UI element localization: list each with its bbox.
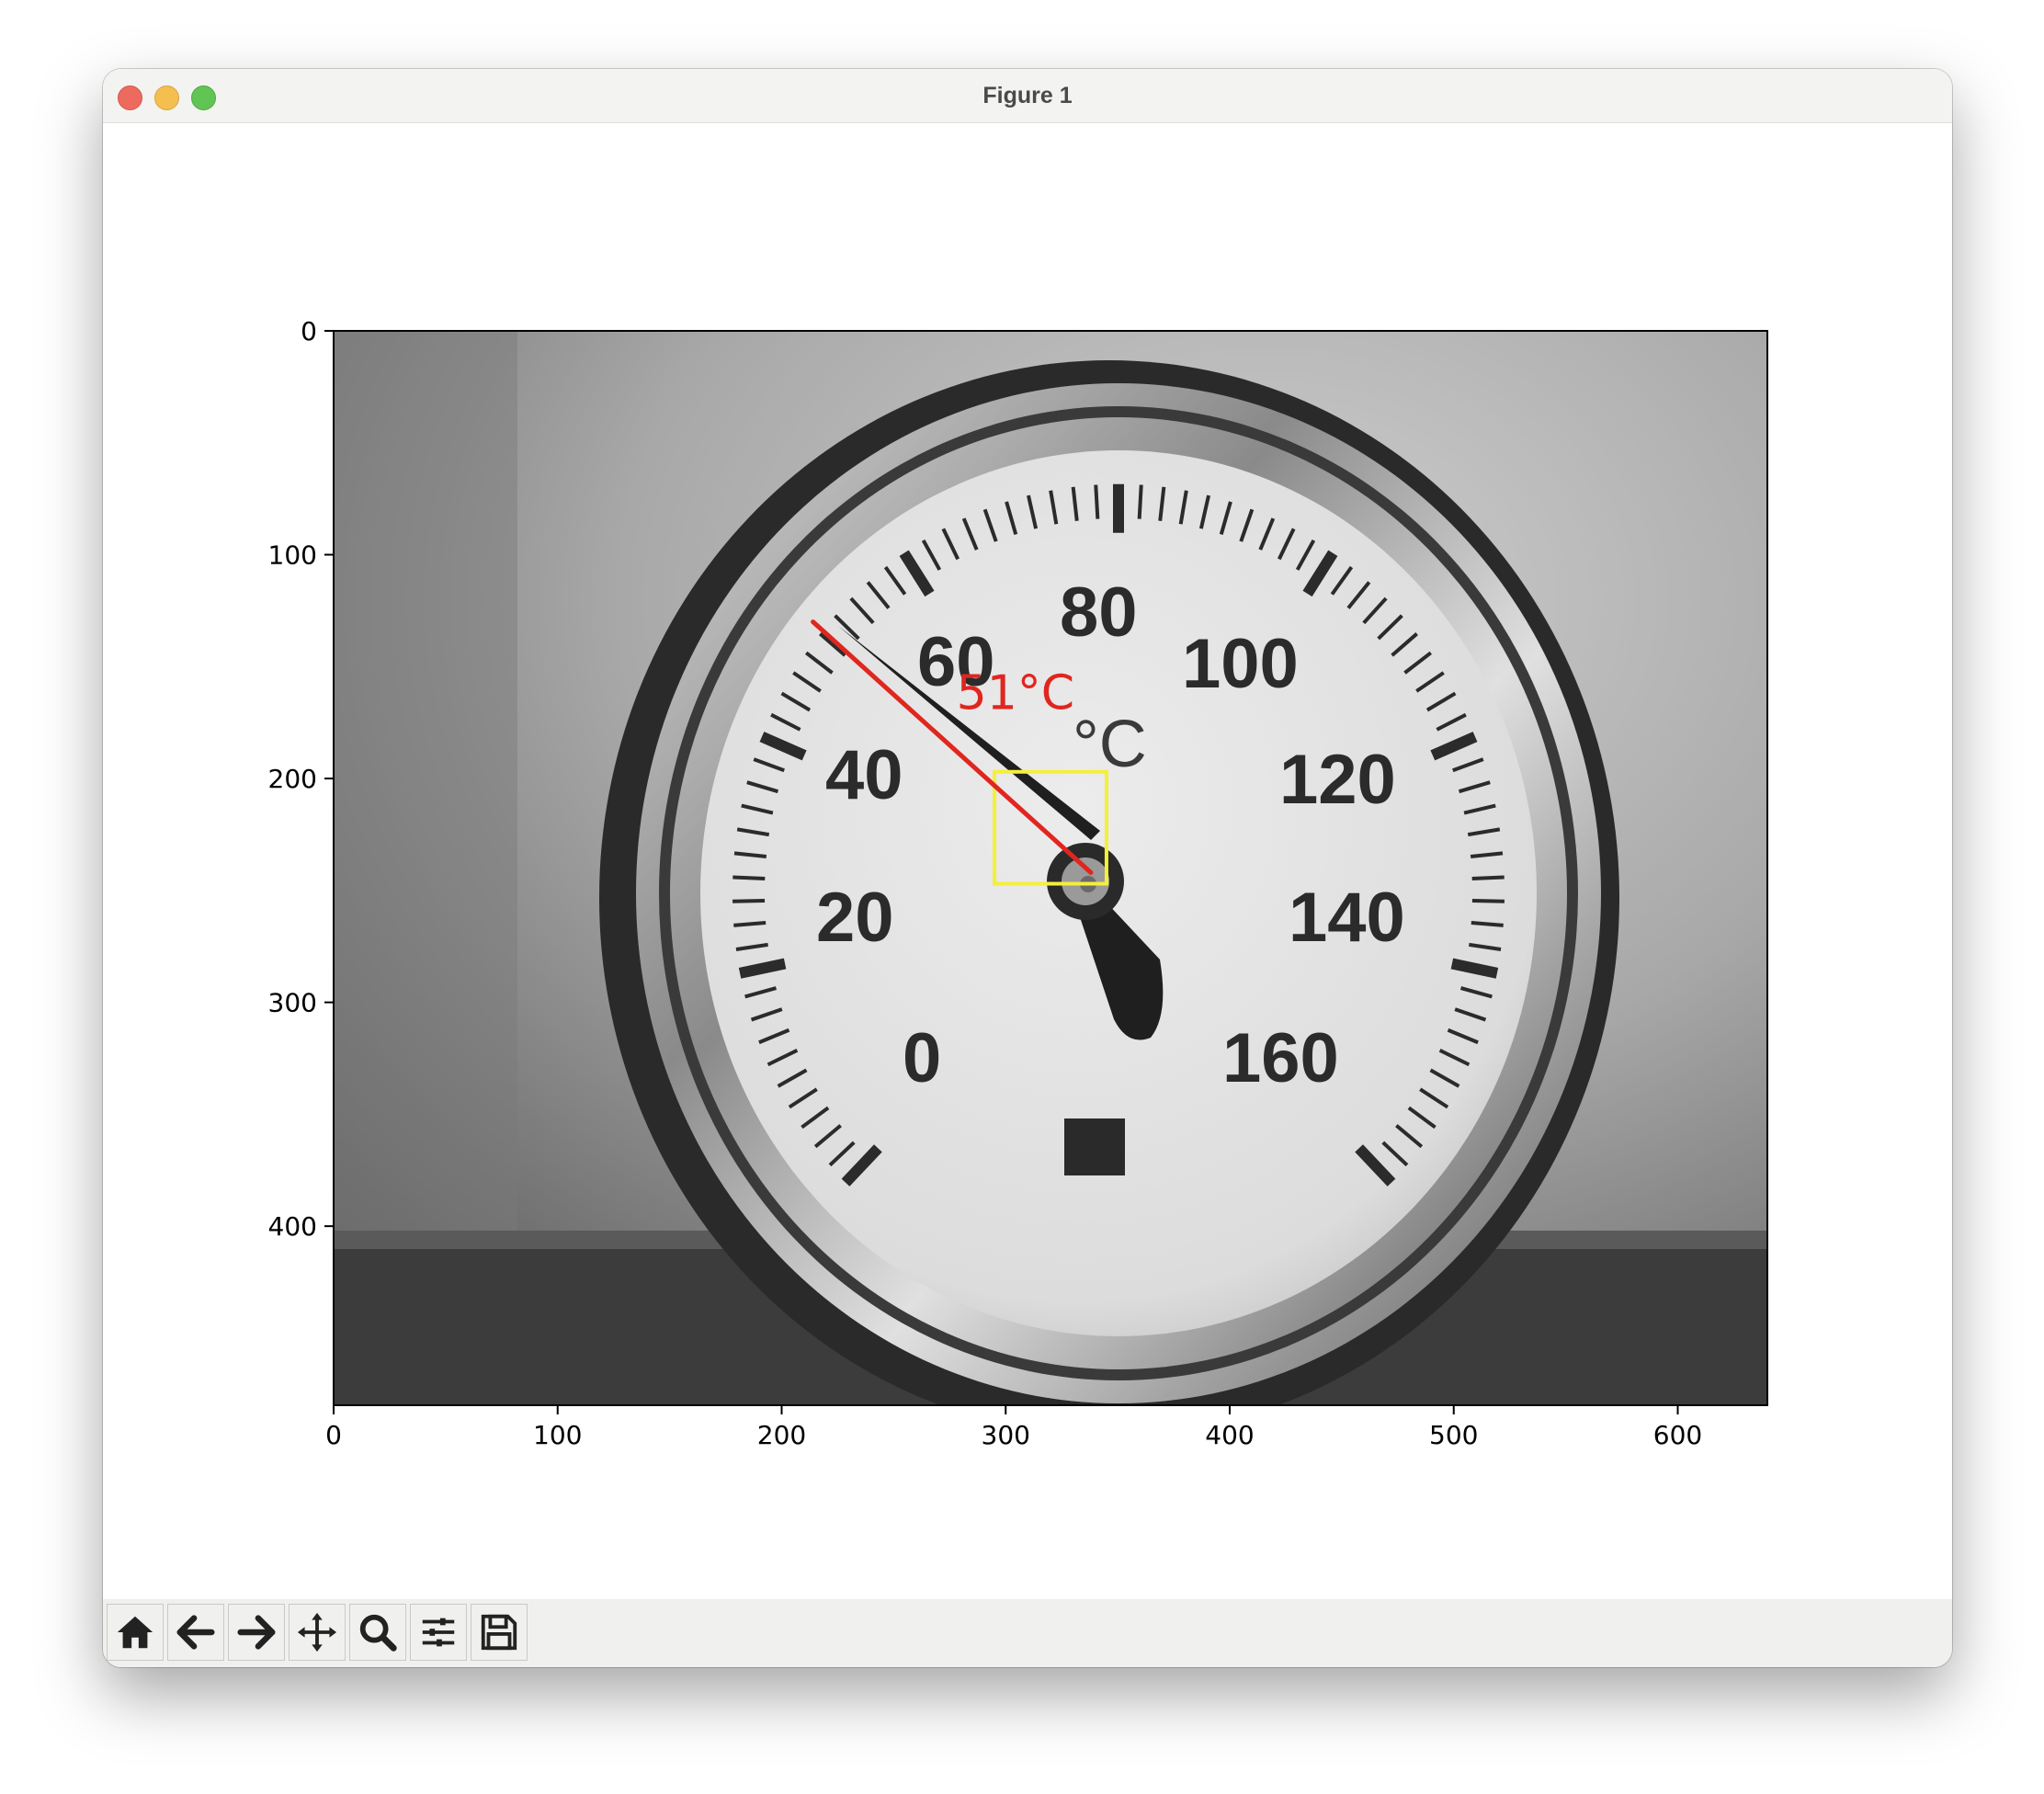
navigation-toolbar [103, 1599, 1952, 1667]
y-tick-label: 200 [268, 764, 317, 794]
home-icon [117, 1616, 153, 1649]
y-tick-label: 300 [268, 988, 317, 1018]
magnifier-icon [359, 1614, 397, 1652]
x-tick-label: 400 [1205, 1420, 1254, 1450]
forward-button[interactable] [228, 1604, 285, 1661]
dial-minor-tick [1471, 875, 1505, 880]
dial-minor-tick [1094, 484, 1100, 519]
figure-window: Figure 1 0 20 40 60 80 100 120 140 160 °… [103, 69, 1952, 1667]
y-axis: 0 100 200 300 400 [268, 316, 334, 1242]
pan-button[interactable] [289, 1604, 346, 1661]
dial-label-20: 20 [816, 879, 894, 957]
x-tick-label: 200 [757, 1420, 806, 1450]
window-title: Figure 1 [982, 83, 1073, 108]
dial-label-120: 120 [1279, 741, 1396, 819]
x-tick-label: 100 [533, 1420, 582, 1450]
dial-label-140: 140 [1289, 879, 1405, 957]
save-button[interactable] [471, 1604, 528, 1661]
dial-label-40: 40 [825, 736, 903, 814]
y-tick-label: 0 [301, 316, 317, 346]
back-button[interactable] [167, 1604, 224, 1661]
dial-minor-tick [1137, 484, 1143, 519]
x-axis: 0 100 200 300 400 500 600 [325, 1405, 1702, 1450]
x-tick-label: 500 [1429, 1420, 1478, 1450]
x-tick-label: 0 [325, 1420, 342, 1450]
dial-minor-tick [732, 899, 766, 903]
dial-label-100: 100 [1182, 625, 1299, 703]
sliders-icon [422, 1618, 455, 1647]
arrow-left-icon [176, 1615, 215, 1650]
configure-subplots-button[interactable] [410, 1604, 467, 1661]
dial-label-80: 80 [1060, 573, 1138, 652]
title-bar: Figure 1 [103, 69, 1952, 123]
floppy-disk-icon [481, 1614, 517, 1651]
plot-area[interactable]: 0 20 40 60 80 100 120 140 160 °C 51°C 0 … [103, 123, 1952, 1599]
x-tick-label: 300 [982, 1420, 1030, 1450]
temperature-annotation: 51°C [957, 666, 1074, 721]
arrow-right-icon [237, 1615, 276, 1650]
x-tick-label: 600 [1653, 1420, 1702, 1450]
y-tick-label: 400 [268, 1211, 317, 1242]
dial-minor-tick [1471, 899, 1505, 903]
zoom-button[interactable] [349, 1604, 406, 1661]
dial-label-0: 0 [903, 1019, 941, 1097]
manufacturer-logo [1064, 1118, 1125, 1175]
move-icon [297, 1612, 337, 1652]
dial-minor-tick [732, 875, 766, 880]
y-tick-label: 100 [268, 540, 317, 571]
figure-canvas[interactable]: 0 20 40 60 80 100 120 140 160 °C 51°C 0 … [103, 123, 1952, 1599]
home-button[interactable] [107, 1604, 164, 1661]
dial-label-160: 160 [1222, 1019, 1339, 1097]
